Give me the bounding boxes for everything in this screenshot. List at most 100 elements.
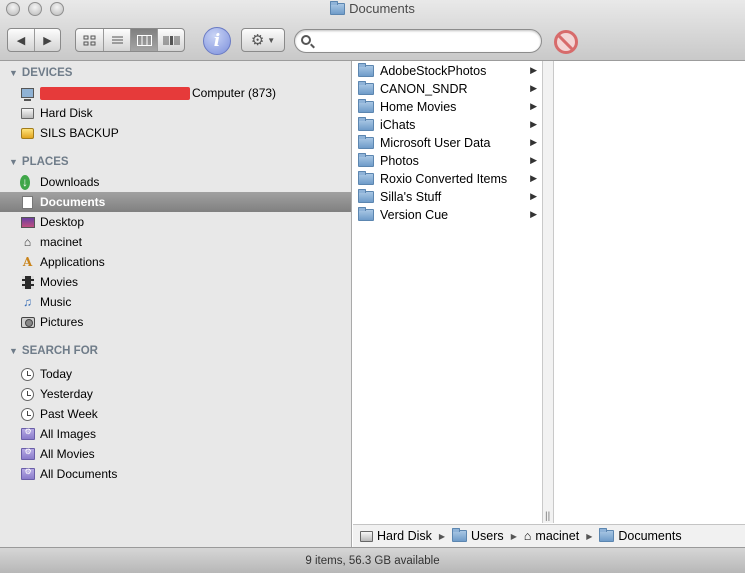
search-input[interactable] [317, 33, 531, 49]
disclosure-triangle-icon: ▼ [9, 346, 18, 356]
forward-button[interactable]: ▶ [34, 29, 60, 51]
sidebar-item-computer[interactable]: Computer (873) [0, 83, 351, 103]
smart-folder-icon [20, 468, 35, 480]
list-view-button[interactable] [103, 29, 130, 51]
smart-folder-icon [20, 448, 35, 460]
sidebar-item-sils-backup[interactable]: SILS BACKUP [0, 123, 351, 143]
folder-row[interactable]: iChats ▶ [353, 116, 541, 134]
sidebar-item-past-week[interactable]: Past Week [0, 404, 351, 424]
folder-icon [358, 171, 374, 185]
folder-row[interactable]: AdobeStockPhotos ▶ [353, 62, 541, 80]
sidebar-item-movies[interactable]: Movies [0, 272, 351, 292]
folder-row[interactable]: Version Cue ▶ [353, 206, 541, 224]
finder-window: Documents ◀ ▶ i ⚙ ▼ ▼ DEVICES Computer (… [0, 0, 745, 573]
column-resize-handle-icon[interactable]: || [545, 511, 550, 522]
sidebar-item-all-documents[interactable]: All Documents [0, 464, 351, 484]
sidebar-item-all-movies[interactable]: All Movies [0, 444, 351, 464]
prohibited-icon [554, 30, 578, 54]
path-item-label: Hard Disk [377, 529, 432, 543]
sidebar-item-label: Downloads [40, 175, 100, 189]
sidebar-item-hard-disk[interactable]: Hard Disk [0, 103, 351, 123]
redaction-mark [40, 86, 190, 100]
window-title-text: Documents [349, 1, 415, 16]
column-divider[interactable] [543, 61, 554, 523]
sidebar-item-label: Movies [40, 275, 79, 289]
sidebar-item-label: Music [40, 295, 72, 309]
folder-icon [358, 207, 374, 221]
home-icon: ⌂ [523, 529, 532, 543]
folder-name: Silla's Stuff [380, 190, 442, 204]
chevron-down-icon: ▼ [267, 35, 276, 45]
section-heading-label: SEARCH FOR [21, 345, 98, 357]
get-info-button[interactable]: i [203, 27, 231, 55]
disclosure-arrow-icon: ▶ [530, 65, 537, 75]
column-view-button[interactable] [130, 29, 157, 51]
sidebar-item-today[interactable]: Today [0, 364, 351, 384]
path-item-documents[interactable]: Documents [599, 528, 682, 543]
forward-arrow-icon: ▶ [43, 34, 52, 47]
path-separator-icon: ▶ [510, 531, 517, 541]
folder-row[interactable]: Silla's Stuff ▶ [353, 188, 541, 206]
sidebar-item-label: All Images [40, 427, 97, 441]
folder-row[interactable]: CANON_SNDR ▶ [353, 80, 541, 98]
path-item-macinet[interactable]: ⌂ macinet [524, 529, 579, 543]
music-icon: ♫ [23, 295, 32, 309]
hard-disk-icon [21, 107, 34, 119]
folder-row[interactable]: Roxio Converted Items ▶ [353, 170, 541, 188]
window-title: Documents [0, 0, 745, 18]
folder-name: CANON_SNDR [380, 82, 468, 96]
computer-icon [21, 88, 34, 101]
disclosure-arrow-icon: ▶ [530, 191, 537, 201]
sidebar-item-label: Hard Disk [40, 106, 93, 120]
sidebar: ▼ DEVICES Computer (873) Hard Disk SILS … [0, 61, 352, 547]
folder-icon [358, 153, 374, 167]
view-mode-buttons [75, 28, 185, 52]
column-view-icon [136, 34, 152, 46]
coverflow-view-button[interactable] [157, 29, 184, 51]
folder-name: Home Movies [380, 100, 457, 114]
icon-view-button[interactable] [76, 29, 103, 51]
browser-column: AdobeStockPhotos ▶ CANON_SNDR ▶ Home Mov… [353, 61, 543, 523]
smart-folder-icon [20, 428, 35, 440]
section-heading-devices[interactable]: ▼ DEVICES [9, 65, 72, 81]
action-menu-button[interactable]: ⚙ ▼ [241, 28, 285, 52]
sidebar-item-documents[interactable]: Documents [0, 192, 351, 212]
section-heading-label: DEVICES [21, 67, 73, 79]
path-item-label: Documents [618, 529, 682, 543]
folder-row[interactable]: Photos ▶ [353, 152, 541, 170]
sidebar-item-label: Desktop [40, 215, 85, 229]
list-view-icon [111, 36, 123, 43]
folder-icon [330, 0, 346, 15]
path-item-users[interactable]: Users [452, 528, 504, 543]
folder-name: Photos [380, 154, 419, 168]
sidebar-item-desktop[interactable]: Desktop [0, 212, 351, 232]
disclosure-triangle-icon: ▼ [9, 157, 18, 167]
search-icon [301, 35, 311, 45]
disclosure-arrow-icon: ▶ [530, 155, 537, 165]
clock-icon [21, 367, 34, 381]
path-item-hard-disk[interactable]: Hard Disk [360, 529, 432, 543]
sidebar-item-label: macinet [40, 235, 83, 249]
sidebar-item-yesterday[interactable]: Yesterday [0, 384, 351, 404]
folder-icon [358, 135, 374, 149]
section-heading-search-for[interactable]: ▼ SEARCH FOR [9, 343, 98, 359]
sidebar-item-macinet[interactable]: ⌂ macinet [0, 232, 351, 252]
disclosure-arrow-icon: ▶ [530, 101, 537, 111]
back-arrow-icon: ◀ [16, 34, 26, 47]
sidebar-item-downloads[interactable]: ↓ Downloads [0, 172, 351, 192]
disclosure-arrow-icon: ▶ [530, 137, 537, 147]
sidebar-item-music[interactable]: ♫ Music [0, 292, 351, 312]
sidebar-item-pictures[interactable]: Pictures [0, 312, 351, 332]
sidebar-item-label: Pictures [40, 315, 84, 329]
folder-name: Microsoft User Data [380, 136, 491, 150]
path-item-label: Users [471, 529, 504, 543]
folder-row[interactable]: Home Movies ▶ [353, 98, 541, 116]
folder-name: AdobeStockPhotos [380, 64, 487, 78]
sidebar-item-all-images[interactable]: All Images [0, 424, 351, 444]
disclosure-arrow-icon: ▶ [530, 119, 537, 129]
folder-row[interactable]: Microsoft User Data ▶ [353, 134, 541, 152]
browser-column-empty [555, 61, 745, 523]
section-heading-places[interactable]: ▼ PLACES [9, 154, 69, 170]
back-button[interactable]: ◀ [8, 29, 34, 51]
sidebar-item-applications[interactable]: A Applications [0, 252, 351, 272]
